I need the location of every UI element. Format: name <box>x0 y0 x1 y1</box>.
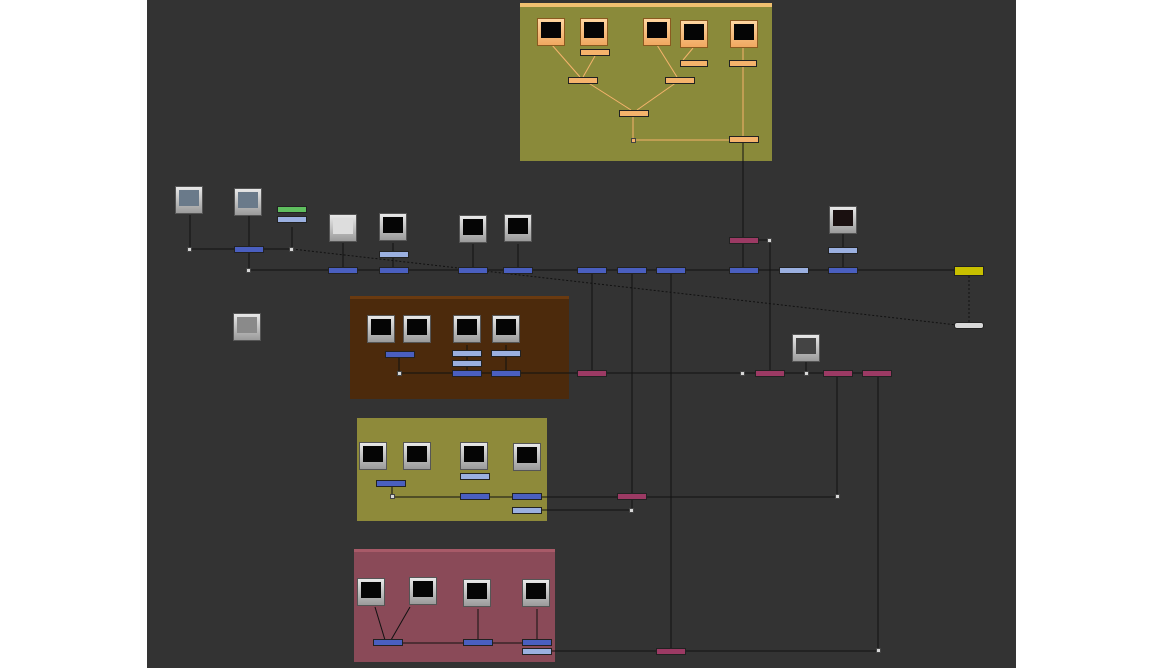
viewer-node[interactable] <box>954 322 984 329</box>
dot-node[interactable] <box>390 494 395 499</box>
merge-node[interactable] <box>452 370 482 377</box>
grade-node[interactable] <box>491 350 521 357</box>
merge-node[interactable] <box>512 493 542 500</box>
merge-node[interactable] <box>234 246 264 253</box>
grade-node[interactable] <box>379 251 409 258</box>
grade-node[interactable] <box>779 267 809 274</box>
switch-node[interactable] <box>656 648 686 655</box>
dot-node[interactable] <box>876 648 881 653</box>
grade-node[interactable] <box>512 507 542 514</box>
read-node[interactable] <box>367 315 395 343</box>
dot-node[interactable] <box>740 371 745 376</box>
read-node[interactable] <box>643 18 671 46</box>
merge-node[interactable] <box>373 639 403 646</box>
merge-node[interactable] <box>385 351 415 358</box>
read-node[interactable] <box>460 442 488 470</box>
read-node[interactable] <box>359 442 387 470</box>
merge-node[interactable] <box>503 267 533 274</box>
switch-node[interactable] <box>755 370 785 377</box>
read-node[interactable] <box>409 577 437 605</box>
read-node[interactable] <box>522 579 550 607</box>
merge-node[interactable] <box>463 639 493 646</box>
merge-node[interactable] <box>729 267 759 274</box>
read-node[interactable] <box>233 313 261 341</box>
read-node[interactable] <box>792 334 820 362</box>
dot-node[interactable] <box>835 494 840 499</box>
read-node[interactable] <box>730 20 758 48</box>
read-node[interactable] <box>329 214 357 242</box>
grade-node[interactable] <box>460 473 490 480</box>
orange-node[interactable] <box>568 77 598 84</box>
grade-node[interactable] <box>452 350 482 357</box>
read-node[interactable] <box>537 18 565 46</box>
orange-node[interactable] <box>665 77 695 84</box>
connection-wires <box>189 44 970 652</box>
read-node[interactable] <box>459 215 487 243</box>
dot-node[interactable] <box>397 371 402 376</box>
switch-node[interactable] <box>729 237 759 244</box>
read-node[interactable] <box>513 443 541 471</box>
dot-node[interactable] <box>804 371 809 376</box>
read-node[interactable] <box>403 442 431 470</box>
grade-node[interactable] <box>452 360 482 367</box>
switch-node[interactable] <box>823 370 853 377</box>
orange-node[interactable] <box>619 110 649 117</box>
orange-node[interactable] <box>729 136 759 143</box>
dot-node[interactable] <box>289 247 294 252</box>
read-node[interactable] <box>357 578 385 606</box>
merge-node[interactable] <box>577 267 607 274</box>
node-graph-canvas[interactable] <box>147 0 1016 668</box>
dot-node[interactable] <box>631 138 636 143</box>
merge-node[interactable] <box>376 480 406 487</box>
merge-node[interactable] <box>828 267 858 274</box>
dot-node[interactable] <box>187 247 192 252</box>
read-node[interactable] <box>504 214 532 242</box>
grade-node[interactable] <box>522 648 552 655</box>
dot-node[interactable] <box>246 268 251 273</box>
merge-node[interactable] <box>522 639 552 646</box>
merge-node[interactable] <box>617 267 647 274</box>
merge-node[interactable] <box>328 267 358 274</box>
read-node[interactable] <box>463 579 491 607</box>
read-node[interactable] <box>379 213 407 241</box>
orange-node[interactable] <box>680 60 708 67</box>
merge-node[interactable] <box>379 267 409 274</box>
orange-node[interactable] <box>729 60 757 67</box>
grade-node[interactable] <box>277 216 307 223</box>
read-node[interactable] <box>829 206 857 234</box>
merge-node[interactable] <box>460 493 490 500</box>
merge-node[interactable] <box>458 267 488 274</box>
grade-node[interactable] <box>828 247 858 254</box>
read-node[interactable] <box>453 315 481 343</box>
read-node[interactable] <box>403 315 431 343</box>
merge-node[interactable] <box>656 267 686 274</box>
switch-node[interactable] <box>617 493 647 500</box>
switch-node[interactable] <box>577 370 607 377</box>
read-node[interactable] <box>175 186 203 214</box>
dot-node[interactable] <box>629 508 634 513</box>
merge-node[interactable] <box>491 370 521 377</box>
dot-node[interactable] <box>767 238 772 243</box>
read-node[interactable] <box>680 20 708 48</box>
read-node[interactable] <box>580 18 608 46</box>
read-node[interactable] <box>234 188 262 216</box>
green-node[interactable] <box>277 206 307 213</box>
write-node[interactable] <box>954 266 984 276</box>
read-node[interactable] <box>492 315 520 343</box>
orange-node[interactable] <box>580 49 610 56</box>
switch-node[interactable] <box>862 370 892 377</box>
